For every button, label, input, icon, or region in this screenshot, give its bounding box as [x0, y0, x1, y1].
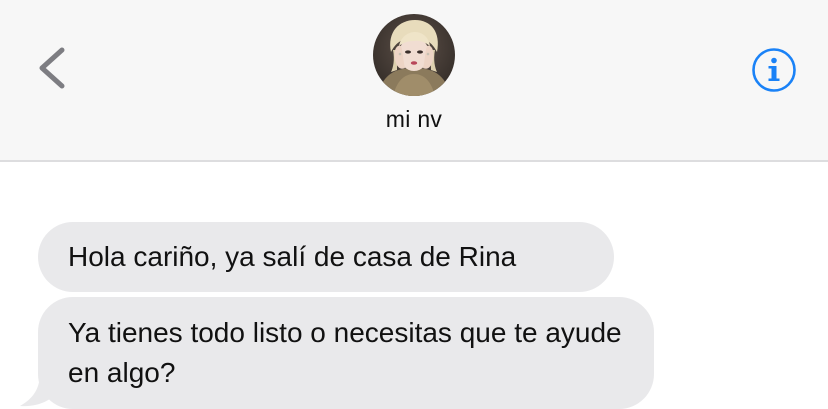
message-text: Ya tienes todo listo o necesitas que te …: [68, 317, 622, 388]
back-button[interactable]: [30, 44, 74, 92]
info-circle-icon: [752, 48, 796, 92]
message-thread: Hola cariño, ya salí de casa de Rina Ya …: [0, 162, 828, 409]
chevron-left-icon: [39, 47, 65, 89]
contact-avatar[interactable]: [373, 14, 455, 96]
info-button[interactable]: [751, 47, 797, 93]
message-text: Hola cariño, ya salí de casa de Rina: [68, 241, 517, 272]
conversation-header: mi nv: [0, 0, 828, 162]
incoming-message-bubble[interactable]: Ya tienes todo listo o necesitas que te …: [38, 297, 654, 409]
incoming-message-bubble[interactable]: Hola cariño, ya salí de casa de Rina: [38, 222, 614, 292]
contact-name[interactable]: mi nv: [0, 106, 828, 133]
